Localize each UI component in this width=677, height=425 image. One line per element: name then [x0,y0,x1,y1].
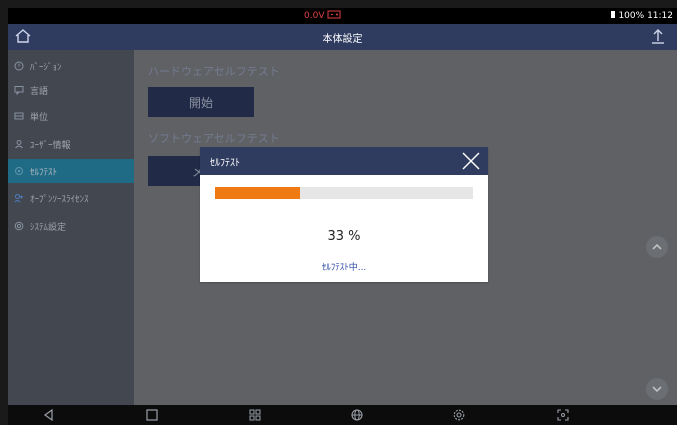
dialog-title: ｾﾙﾌﾃｽﾄ [210,158,240,169]
battery-icon [610,11,615,18]
title-bar: 本体設定 [8,24,677,50]
progress-status: ｾﾙﾌﾃｽﾄ中... [321,263,367,273]
globe-icon[interactable] [350,408,364,422]
home-nav-icon[interactable] [145,408,159,422]
apps-grid-icon[interactable] [248,408,262,422]
settings-gear-icon[interactable] [452,408,466,422]
back-icon[interactable] [42,408,56,422]
progress-bar [215,187,473,199]
screenshot-icon[interactable] [556,408,570,422]
progress-percent: 33 % [327,229,361,244]
clock: 11:12 [647,11,673,21]
status-bar: 0.0V 100% 11:12 [8,8,677,24]
upload-icon[interactable] [649,27,667,45]
close-icon[interactable] [460,150,482,172]
dialog-header: ｾﾙﾌﾃｽﾄ [200,147,488,175]
progress-fill [215,187,301,199]
car-battery-icon [327,10,341,19]
status-right: 100% 11:12 [610,10,673,21]
battery-voltage-indicator: 0.0V [304,10,341,21]
battery-voltage: 0.0V [304,11,325,21]
page-title: 本体設定 [322,34,363,45]
battery-level: 100% [618,11,645,21]
navigation-bar [8,405,677,425]
selftest-dialog: ｾﾙﾌﾃｽﾄ 33 % ｾﾙﾌﾃｽﾄ中... [200,147,488,282]
